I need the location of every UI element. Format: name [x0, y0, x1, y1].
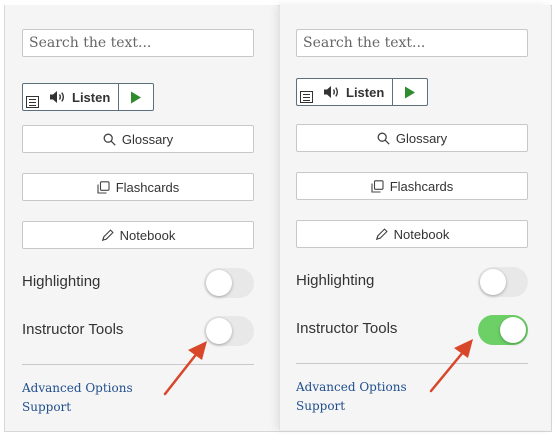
notebook-label: Notebook	[119, 227, 176, 243]
glossary-label: Glossary	[395, 130, 448, 146]
support-link[interactable]: Support	[296, 399, 345, 413]
play-icon	[405, 86, 416, 98]
listen-control: Listen	[22, 83, 155, 111]
flashcards-icon	[371, 179, 384, 193]
notebook-label: Notebook	[393, 226, 450, 242]
advanced-options-link[interactable]: Advanced Options	[296, 380, 407, 394]
pencil-icon	[375, 227, 388, 240]
toggle-knob	[206, 270, 232, 296]
instructor-tools-toggle[interactable]	[204, 316, 254, 346]
divider	[22, 364, 254, 365]
advanced-options-link[interactable]: Advanced Options	[22, 381, 133, 395]
highlighting-toggle[interactable]	[478, 267, 528, 297]
right-panel: Listen Glossary Flashcards Notebook High…	[279, 5, 550, 430]
menu-icon[interactable]	[300, 91, 313, 103]
left-panel: Listen Glossary Flashcards Notebook High…	[5, 5, 278, 430]
speaker-icon	[324, 86, 339, 98]
flashcards-label: Flashcards	[115, 179, 180, 195]
search-input[interactable]	[22, 29, 254, 57]
flashcards-icon	[97, 180, 110, 194]
pencil-icon	[101, 228, 114, 241]
glossary-button[interactable]: Glossary	[296, 124, 528, 152]
listen-button[interactable]: Listen	[23, 84, 120, 110]
highlighting-toggle[interactable]	[204, 268, 254, 298]
highlighting-label: Highlighting	[296, 272, 375, 289]
listen-button[interactable]: Listen	[297, 79, 394, 105]
instructor-tools-label: Instructor Tools	[296, 320, 398, 337]
play-button[interactable]	[119, 84, 153, 110]
listen-label: Listen	[346, 84, 385, 100]
search-input[interactable]	[296, 29, 528, 57]
search-icon	[377, 132, 390, 145]
toggle-knob	[206, 318, 232, 344]
play-icon	[131, 91, 142, 103]
glossary-button[interactable]: Glossary	[22, 125, 254, 153]
notebook-button[interactable]: Notebook	[296, 220, 528, 248]
glossary-label: Glossary	[121, 131, 174, 147]
flashcards-label: Flashcards	[389, 178, 454, 194]
menu-icon[interactable]	[26, 96, 39, 108]
support-link[interactable]: Support	[22, 400, 71, 414]
play-button[interactable]	[393, 79, 427, 105]
divider	[296, 363, 528, 364]
speaker-icon	[50, 91, 65, 103]
listen-label: Listen	[72, 89, 111, 105]
highlighting-label: Highlighting	[22, 273, 101, 290]
listen-control: Listen	[296, 78, 429, 106]
instructor-tools-toggle[interactable]	[478, 315, 528, 345]
notebook-button[interactable]: Notebook	[22, 221, 254, 249]
flashcards-button[interactable]: Flashcards	[296, 172, 528, 200]
instructor-tools-label: Instructor Tools	[22, 321, 124, 338]
flashcards-button[interactable]: Flashcards	[22, 173, 254, 201]
toggle-knob	[500, 317, 526, 343]
toggle-knob	[480, 269, 506, 295]
search-icon	[103, 133, 116, 146]
